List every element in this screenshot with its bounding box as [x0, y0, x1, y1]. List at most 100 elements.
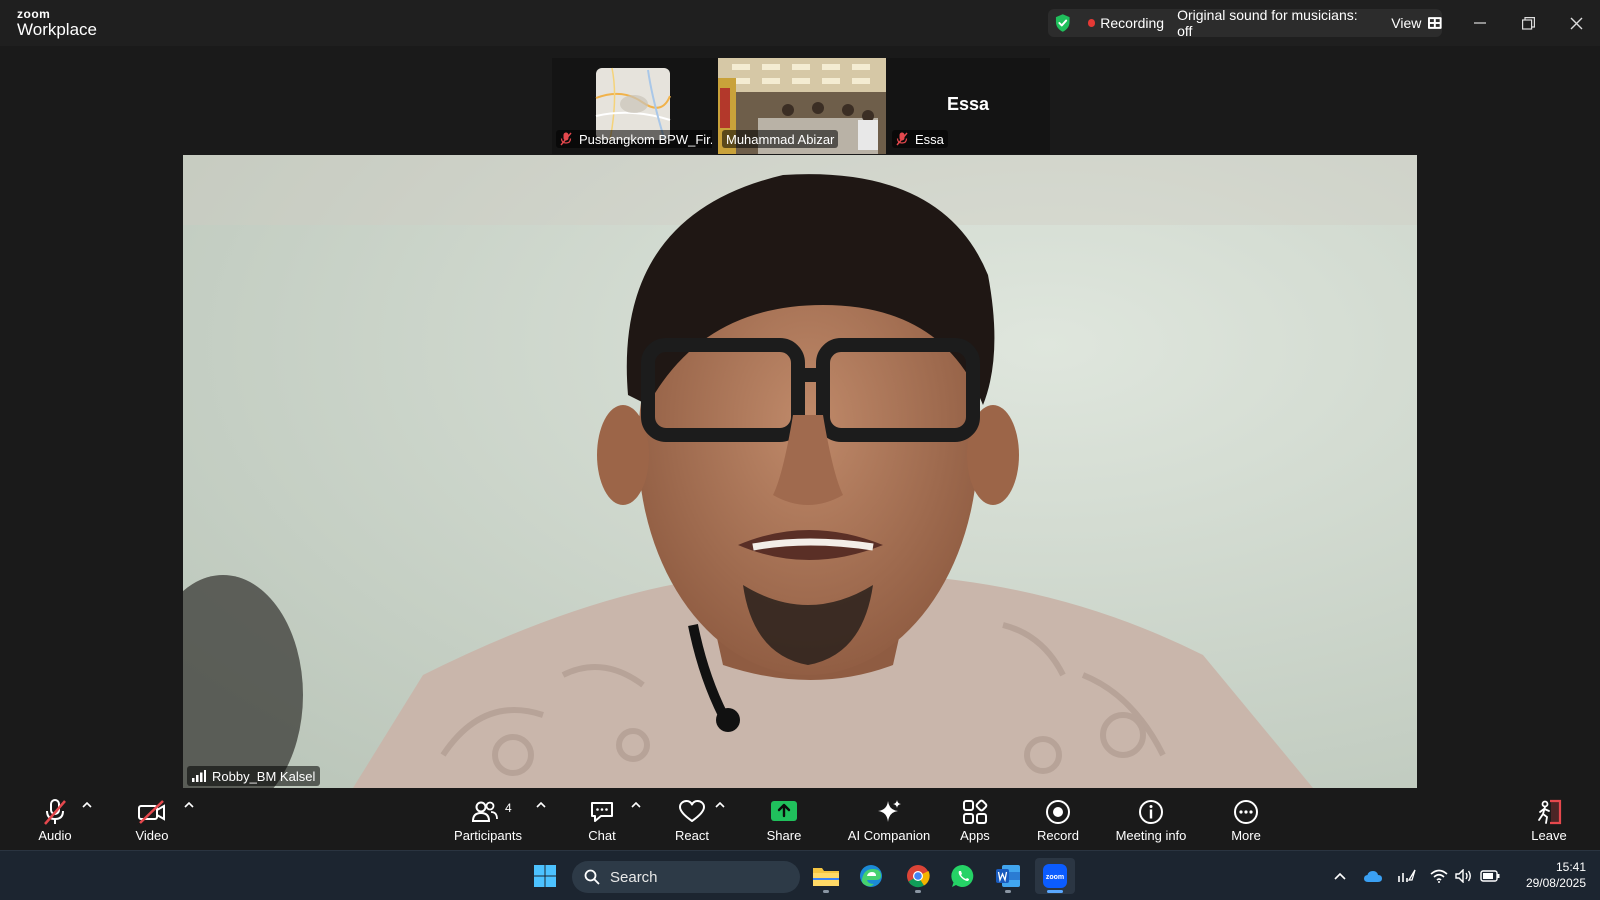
- taskbar-file-explorer[interactable]: [806, 858, 846, 894]
- minimize-icon: [1474, 22, 1486, 24]
- audio-options-caret[interactable]: [80, 798, 94, 812]
- signal-strength-icon: [192, 770, 206, 782]
- wifi-icon: [1430, 869, 1448, 883]
- chat-bubble-icon: [587, 798, 617, 826]
- share-screen-icon: [769, 798, 799, 826]
- ai-companion-label: AI Companion: [847, 828, 931, 843]
- active-speaker-video[interactable]: Robby_BM Kalsel: [183, 155, 1417, 788]
- participants-count-badge: 4: [505, 801, 512, 815]
- meeting-status-bar: Recording Original sound for musicians: …: [1048, 7, 1442, 39]
- title-bar: zoom Workplace Recording Original sound …: [0, 0, 1600, 46]
- recording-status[interactable]: Recording: [1100, 15, 1164, 31]
- participant-display-name: Essa: [946, 94, 990, 114]
- close-icon: [1570, 17, 1582, 29]
- chevron-up-icon: [536, 802, 546, 808]
- close-button[interactable]: [1552, 0, 1600, 46]
- chat-label: Chat: [588, 828, 616, 843]
- apps-button[interactable]: Apps: [958, 788, 992, 850]
- taskbar-chrome[interactable]: [898, 858, 938, 894]
- taskbar-word[interactable]: [988, 858, 1028, 894]
- taskbar-zoom[interactable]: zoom: [1035, 858, 1075, 894]
- running-indicator: [915, 890, 921, 893]
- react-button[interactable]: React: [672, 788, 712, 850]
- participants-options-caret[interactable]: [534, 798, 548, 812]
- network-location-icon: [1398, 869, 1416, 882]
- taskbar-edge[interactable]: [851, 858, 891, 894]
- chevron-up-icon: [184, 802, 194, 808]
- speaker-name: Robby_BM Kalsel: [212, 768, 316, 784]
- recording-dot-icon: [1087, 19, 1096, 27]
- mic-muted-icon: [896, 132, 908, 146]
- clock-time: 15:41: [1555, 860, 1586, 874]
- whatsapp-icon: [951, 864, 974, 887]
- participant-name: Pusbangkom BPW_Fir...: [579, 131, 712, 147]
- zoom-app-icon: zoom: [1043, 864, 1067, 888]
- audio-label: Audio: [38, 828, 72, 843]
- info-icon: [1136, 798, 1166, 826]
- participants-button[interactable]: Participants: [452, 788, 524, 850]
- participant-thumbnail[interactable]: Pusbangkom BPW_Fir...: [552, 58, 712, 154]
- search-icon: [584, 869, 600, 885]
- chat-button[interactable]: Chat: [584, 788, 620, 850]
- share-screen-button[interactable]: Share: [763, 788, 805, 850]
- meeting-controls-toolbar: Audio Video Participants 4 Chat React Sh…: [0, 788, 1600, 850]
- taskbar-whatsapp[interactable]: [943, 858, 983, 894]
- speaker-icon: [1455, 869, 1471, 883]
- battery-icon: [1480, 870, 1500, 882]
- location-tray-icon[interactable]: [1396, 863, 1418, 889]
- restore-button[interactable]: [1504, 0, 1552, 46]
- video-label: Video: [135, 828, 169, 843]
- volume-tray-icon[interactable]: [1453, 863, 1475, 889]
- edge-browser-icon: [860, 865, 882, 887]
- video-options-caret[interactable]: [182, 798, 196, 812]
- onedrive-tray-icon[interactable]: [1362, 863, 1384, 889]
- chat-options-caret[interactable]: [629, 798, 643, 812]
- cloud-icon: [1364, 870, 1382, 882]
- participant-thumbnail[interactable]: Essa Essa: [888, 58, 1048, 154]
- search-label: Search: [610, 868, 658, 886]
- apps-label: Apps: [960, 828, 990, 843]
- chevron-up-icon: [82, 802, 92, 808]
- heart-icon: [677, 798, 707, 826]
- leave-button[interactable]: Leave: [1530, 788, 1568, 850]
- more-dots-icon: [1231, 798, 1261, 826]
- chevron-up-icon: [715, 802, 725, 808]
- speaker-name-tag: Robby_BM Kalsel: [187, 766, 321, 786]
- security-shield-icon[interactable]: [1054, 13, 1072, 33]
- show-hidden-icons-button[interactable]: [1332, 863, 1348, 889]
- video-off-icon: [137, 798, 167, 826]
- speaker-video-feed: [183, 155, 1417, 788]
- audio-button[interactable]: Audio: [30, 788, 80, 850]
- start-button[interactable]: [525, 858, 565, 894]
- windows-logo-icon: [534, 865, 556, 887]
- ai-sparkle-icon: [874, 798, 904, 826]
- minimize-button[interactable]: [1456, 0, 1504, 46]
- original-sound-status[interactable]: Original sound for musicians: off: [1177, 7, 1371, 39]
- more-label: More: [1231, 828, 1261, 843]
- more-button[interactable]: More: [1228, 788, 1264, 850]
- grid-view-icon[interactable]: [1428, 17, 1442, 29]
- leave-door-icon: [1534, 798, 1564, 826]
- participant-thumbnail[interactable]: Muhammad Abizar: [718, 58, 886, 154]
- wifi-tray-icon[interactable]: [1428, 863, 1450, 889]
- view-button[interactable]: View: [1391, 15, 1421, 31]
- clock-date: 29/08/2025: [1525, 876, 1586, 890]
- battery-tray-icon[interactable]: [1478, 863, 1502, 889]
- restore-icon: [1521, 16, 1535, 30]
- video-button[interactable]: Video: [127, 788, 177, 850]
- participant-name-tag: Essa: [892, 130, 948, 148]
- app-logo: zoom Workplace: [17, 8, 97, 38]
- ai-companion-button[interactable]: AI Companion: [842, 788, 936, 850]
- meeting-info-label: Meeting info: [1115, 828, 1187, 843]
- participants-label: Participants: [454, 828, 522, 843]
- record-button[interactable]: Record: [1036, 788, 1080, 850]
- window-controls: [1456, 0, 1600, 46]
- running-indicator: [1047, 890, 1063, 893]
- participants-icon: [470, 798, 500, 826]
- meeting-info-button[interactable]: Meeting info: [1113, 788, 1189, 850]
- react-options-caret[interactable]: [713, 798, 727, 812]
- word-icon: [996, 865, 1020, 887]
- taskbar-clock[interactable]: 15:41 29/08/2025: [1508, 859, 1586, 891]
- taskbar-search-box[interactable]: Search: [572, 861, 800, 893]
- share-label: Share: [766, 828, 802, 843]
